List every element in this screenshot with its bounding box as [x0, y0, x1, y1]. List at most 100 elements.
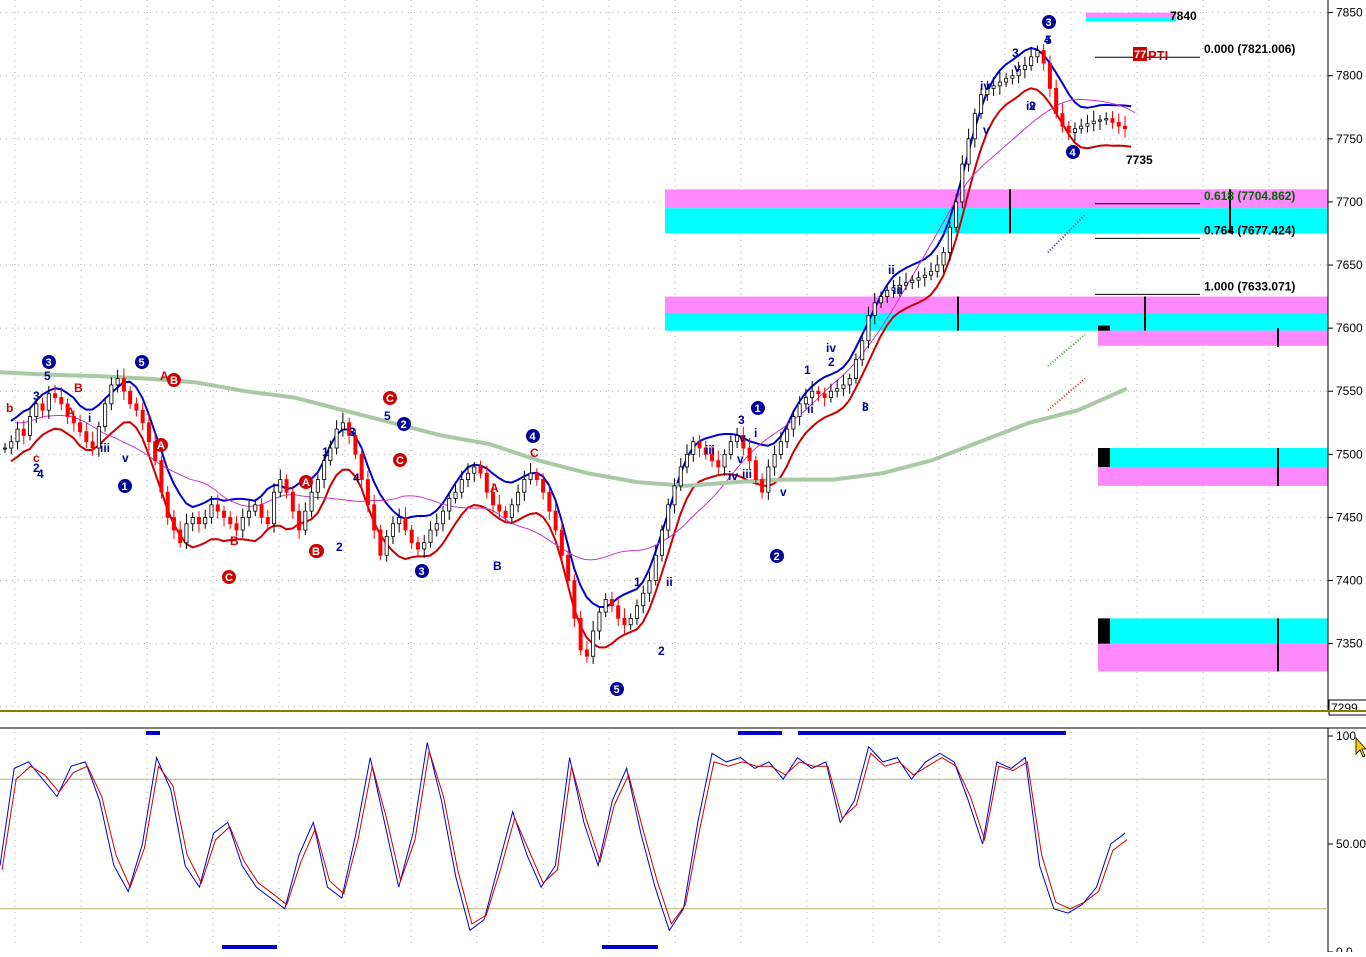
- candle-body: [997, 81, 1002, 87]
- candle-body: [1104, 118, 1109, 121]
- candle-body: [1022, 65, 1027, 70]
- candle-body: [234, 523, 239, 531]
- candle-body: [672, 485, 677, 506]
- price-tick-label: 7600: [1336, 321, 1363, 335]
- candle-body: [9, 441, 14, 449]
- osc-marker-bar: [738, 731, 782, 735]
- candle-body: [34, 403, 39, 417]
- candle-body: [109, 384, 114, 405]
- candle-body: [584, 649, 589, 657]
- candle-body: [90, 441, 95, 449]
- osc-marker-bar: [798, 731, 1066, 735]
- wave-label-blue: 1: [755, 403, 761, 415]
- candle-body: [835, 388, 840, 392]
- candle-body: [860, 340, 865, 361]
- candle-body: [184, 523, 189, 544]
- candle-body: [503, 510, 508, 518]
- candle-body: [716, 460, 721, 468]
- candle-body: [659, 529, 664, 556]
- candle-body: [816, 390, 821, 395]
- wave-label: i: [88, 411, 91, 425]
- wave-label: v: [983, 123, 990, 137]
- candle-body: [209, 504, 214, 518]
- wave-label-red: C: [386, 393, 394, 405]
- price-tick-label: 7550: [1336, 384, 1363, 398]
- wave-label: ii: [807, 402, 814, 416]
- wave-label: A: [490, 481, 499, 495]
- candle-body: [647, 580, 652, 594]
- candle-body: [459, 479, 464, 493]
- candle-body: [259, 504, 264, 518]
- candle-body: [278, 479, 283, 493]
- osc-marker-bar: [222, 945, 277, 949]
- price-tick-label: 7700: [1336, 195, 1363, 209]
- wave-label-blue: 5: [139, 357, 145, 369]
- annotation-badge-text: 77: [1134, 49, 1146, 61]
- wave-label: 3: [738, 413, 745, 427]
- candle-body: [228, 517, 233, 525]
- candle-body: [697, 441, 702, 449]
- candle-body: [121, 378, 126, 392]
- candle-body: [1097, 119, 1102, 122]
- candle-body: [253, 504, 258, 512]
- wave-label-red: C: [225, 572, 233, 584]
- candle-body: [885, 289, 890, 297]
- candle-body: [1035, 50, 1040, 58]
- candle-body: [290, 491, 295, 512]
- candle-body: [791, 416, 796, 430]
- wave-label: iii: [893, 283, 903, 297]
- candle-body: [722, 453, 727, 468]
- wave-label: 1: [804, 363, 811, 377]
- osc-tick-label: 0.0: [1336, 945, 1353, 952]
- candle-body: [872, 302, 877, 316]
- candle-body: [847, 378, 852, 386]
- target-zone: [1086, 17, 1176, 22]
- wave-label: 3: [862, 400, 869, 414]
- candle-body: [828, 390, 833, 398]
- fib-label: 1.000 (7633.071): [1204, 279, 1295, 293]
- wave-label: 1: [634, 575, 641, 589]
- candle-body: [15, 428, 20, 443]
- candle-body: [929, 270, 934, 276]
- candle-body: [578, 617, 583, 651]
- price-tick-label: 7850: [1336, 6, 1363, 20]
- candle-body: [866, 315, 871, 342]
- price-tick-label: 7800: [1336, 69, 1363, 83]
- candle-body: [297, 510, 302, 531]
- wave-label-blue: 3: [1046, 17, 1052, 29]
- candle-body: [447, 498, 452, 512]
- wave-label: 5: [384, 409, 391, 423]
- wave-label: 2: [658, 644, 665, 658]
- fib-label: 0.000 (7821.006): [1204, 42, 1295, 56]
- wave-label: i: [754, 426, 757, 440]
- candle-body: [853, 359, 858, 380]
- candle-body: [566, 554, 571, 581]
- candle-body: [878, 296, 883, 304]
- wave-label: 2: [1029, 99, 1036, 113]
- candle-body: [641, 592, 646, 607]
- candle-body: [947, 226, 952, 253]
- candle-body: [553, 510, 558, 531]
- price-tick-label: 7450: [1336, 510, 1363, 524]
- candle-body: [146, 422, 151, 443]
- candle-body: [190, 517, 195, 525]
- candle-body: [766, 466, 771, 493]
- price-tick-label: 7650: [1336, 258, 1363, 272]
- wave-label-blue: 4: [1070, 147, 1077, 159]
- wave-label: 1: [322, 445, 329, 459]
- osc-marker-bar: [146, 731, 160, 735]
- wave-label-blue: 5: [614, 684, 620, 696]
- candle-body: [84, 431, 89, 443]
- candle-body: [265, 517, 270, 525]
- candle-body: [960, 163, 965, 203]
- fib-label: 0.764 (7677.424): [1204, 223, 1295, 237]
- candle-body: [522, 479, 527, 493]
- candle-body: [466, 472, 471, 480]
- candle-body: [372, 504, 377, 531]
- wave-label-red: B: [170, 375, 178, 387]
- candle-body: [384, 535, 389, 556]
- candle-body: [778, 441, 783, 455]
- candle-body: [309, 491, 314, 512]
- candle-body: [240, 517, 245, 531]
- wave-label: B: [230, 534, 239, 548]
